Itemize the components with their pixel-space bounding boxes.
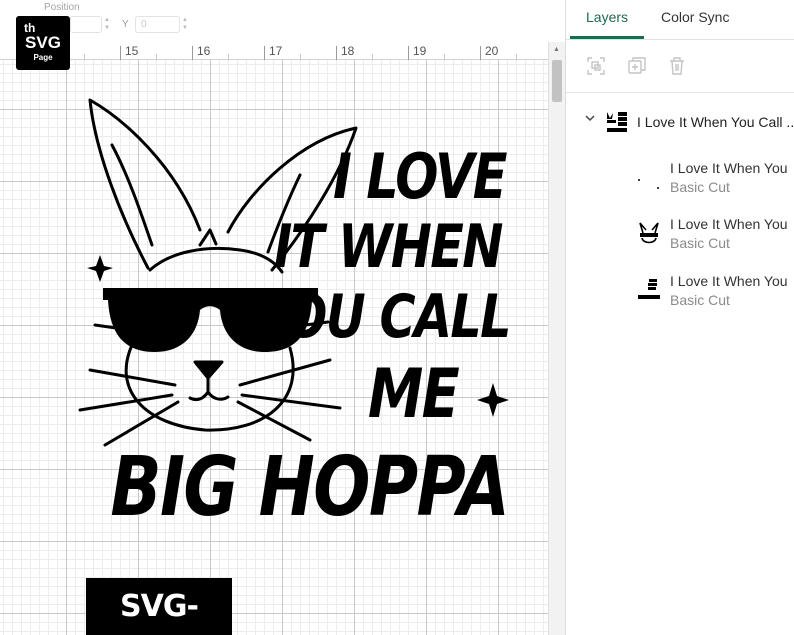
layer-operation: Basic Cut (670, 292, 730, 308)
layer-thumbnail (638, 179, 659, 189)
layer-name: I Love It When You (670, 273, 788, 289)
tab-divider (566, 39, 794, 40)
design-text-line: YOU CALL (253, 282, 511, 352)
layer-row[interactable]: I Love It When You Basic Cut (566, 214, 794, 266)
vertical-scrollbar[interactable]: ▲ (548, 42, 565, 635)
layer-thumbnail (639, 222, 659, 244)
logo-text: SVG (25, 33, 61, 52)
scroll-up-arrow-icon[interactable]: ▲ (553, 46, 560, 53)
layer-operation: Basic Cut (670, 179, 730, 195)
group-icon[interactable] (586, 56, 606, 76)
chevron-down-icon[interactable] (584, 112, 596, 124)
logo-text: Page (33, 53, 53, 62)
design-text-line: BIG HOPPA (110, 440, 510, 535)
scrollbar-thumb[interactable] (552, 60, 562, 102)
tab-color-sync[interactable]: Color Sync (661, 9, 729, 25)
layer-group-name[interactable]: I Love It When You Call ... (637, 114, 794, 130)
format-badge: SVG-PNG (86, 578, 232, 635)
layer-row[interactable]: I Love It When You Basic Cut (566, 158, 794, 210)
toolbar-divider (566, 92, 794, 93)
bunny-design-group[interactable]: I LOVE IT WHEN YOU CALL ME BIG HOPPA (0, 0, 548, 635)
design-text-line: IT WHEN (274, 212, 503, 282)
layer-thumbnail (638, 279, 660, 299)
site-logo: th SVG Page (16, 16, 70, 70)
delete-icon[interactable] (667, 56, 687, 76)
layer-name: I Love It When You (670, 216, 788, 232)
duplicate-icon[interactable] (627, 56, 647, 76)
design-text-line: ME (367, 355, 460, 434)
group-thumbnail (607, 112, 627, 132)
tab-layers[interactable]: Layers (586, 9, 628, 25)
layers-panel: Layers Color Sync I Love It When You Cal… (565, 0, 794, 635)
layer-row[interactable]: I Love It When You Basic Cut (566, 271, 794, 323)
design-text-line: I LOVE (333, 140, 507, 213)
design-canvas[interactable]: Position ▲ ▼ Y 0 ▲ ▼ 15 16 17 18 19 20 I… (0, 0, 565, 635)
layer-name: I Love It When You (670, 160, 788, 176)
layer-operation: Basic Cut (670, 235, 730, 251)
